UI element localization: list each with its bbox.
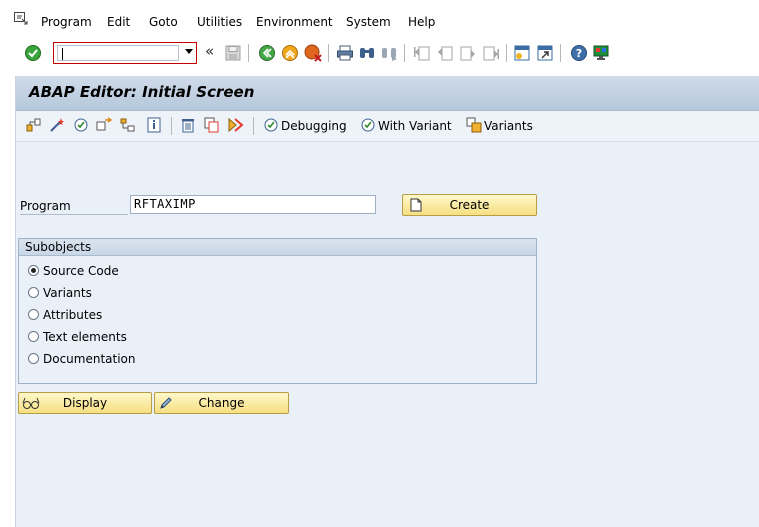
debugging-button[interactable]: Debugging bbox=[281, 119, 347, 133]
back-icon[interactable] bbox=[258, 44, 276, 62]
subobjects-header: Subobjects bbox=[19, 239, 536, 256]
radio-button[interactable] bbox=[28, 287, 39, 298]
collapse-icon[interactable]: « bbox=[205, 42, 214, 60]
activate-icon[interactable] bbox=[96, 117, 112, 133]
application-toolbar: Debugging With Variant Variants bbox=[16, 111, 759, 142]
radio-button[interactable] bbox=[28, 265, 39, 276]
print-icon[interactable] bbox=[336, 44, 354, 62]
command-input[interactable] bbox=[57, 45, 179, 61]
radio-label: Text elements bbox=[43, 330, 127, 344]
radio-button[interactable] bbox=[28, 331, 39, 342]
find-icon[interactable] bbox=[358, 44, 376, 62]
create-button-label: Create bbox=[449, 198, 490, 212]
subobjects-group: Subobjects Source Code Variants Attribut… bbox=[18, 238, 537, 384]
menu-utilities[interactable]: Utilities bbox=[197, 15, 242, 29]
radio-label: Variants bbox=[43, 286, 92, 300]
text-cursor bbox=[62, 48, 63, 60]
save-icon[interactable] bbox=[224, 44, 242, 62]
menu-help[interactable]: Help bbox=[408, 15, 435, 29]
debugging-icon[interactable] bbox=[263, 117, 279, 133]
toolbar-separator bbox=[560, 44, 561, 62]
display-button-label: Display bbox=[62, 396, 108, 410]
object-list-icon[interactable] bbox=[26, 117, 42, 133]
copy-icon[interactable] bbox=[204, 117, 220, 133]
toolbar-separator bbox=[404, 44, 405, 62]
toolbar-separator bbox=[506, 44, 507, 62]
magic-wand-icon[interactable] bbox=[49, 117, 65, 133]
info-icon[interactable] bbox=[146, 117, 162, 133]
previous-page-icon[interactable] bbox=[436, 44, 454, 62]
check-icon[interactable] bbox=[73, 117, 89, 133]
menu-goto[interactable]: Goto bbox=[149, 15, 178, 29]
radio-button[interactable] bbox=[28, 309, 39, 320]
subobjects-title: Subobjects bbox=[25, 240, 92, 254]
with-variant-button[interactable]: With Variant bbox=[378, 119, 452, 133]
menu-system[interactable]: System bbox=[346, 15, 391, 29]
customize-layout-icon[interactable] bbox=[592, 44, 610, 62]
create-button[interactable]: Create bbox=[402, 194, 537, 216]
delete-icon[interactable] bbox=[180, 117, 196, 133]
main-screen: ABAP Editor: Initial Screen Debugging Wi… bbox=[15, 76, 759, 527]
change-button-label: Change bbox=[198, 396, 245, 410]
exit-icon[interactable] bbox=[281, 44, 299, 62]
display-button[interactable]: Display bbox=[18, 392, 152, 414]
rename-icon[interactable] bbox=[228, 117, 244, 133]
cancel-icon[interactable] bbox=[304, 44, 322, 62]
enter-icon[interactable] bbox=[24, 44, 42, 62]
create-session-icon[interactable] bbox=[513, 44, 531, 62]
where-used-icon[interactable] bbox=[120, 117, 136, 133]
help-icon[interactable]: ? bbox=[570, 44, 588, 62]
program-label: Program bbox=[20, 199, 128, 215]
change-button[interactable]: Change bbox=[154, 392, 289, 414]
svg-text:?: ? bbox=[576, 47, 582, 60]
toolbar-separator bbox=[328, 44, 329, 62]
execute-with-variant-icon[interactable] bbox=[360, 117, 376, 133]
chevron-down-icon[interactable] bbox=[185, 49, 193, 54]
radio-label: Source Code bbox=[43, 264, 119, 278]
radio-label: Attributes bbox=[43, 308, 103, 322]
radio-button[interactable] bbox=[28, 353, 39, 364]
menu-edit[interactable]: Edit bbox=[107, 15, 130, 29]
page-title: ABAP Editor: Initial Screen bbox=[29, 83, 255, 101]
title-bar: ABAP Editor: Initial Screen bbox=[16, 76, 759, 111]
toolbar-separator bbox=[171, 117, 172, 135]
last-page-icon[interactable] bbox=[482, 44, 500, 62]
variants-button[interactable]: Variants bbox=[484, 119, 533, 133]
command-field[interactable] bbox=[53, 42, 197, 64]
variants-icon[interactable] bbox=[466, 117, 482, 133]
next-page-icon[interactable] bbox=[459, 44, 477, 62]
program-input[interactable]: RFTAXIMP bbox=[130, 195, 376, 214]
first-page-icon[interactable] bbox=[413, 44, 431, 62]
toolbar-separator bbox=[248, 44, 249, 62]
find-next-icon[interactable] bbox=[380, 44, 398, 62]
menu-environment[interactable]: Environment bbox=[256, 15, 333, 29]
radio-label: Documentation bbox=[43, 352, 136, 366]
menu-window-icon[interactable] bbox=[14, 12, 28, 25]
toolbar-separator bbox=[253, 117, 254, 135]
generate-shortcut-icon[interactable] bbox=[536, 44, 554, 62]
menu-bar: Program Edit Goto Utilities Environment … bbox=[0, 0, 759, 38]
menu-program[interactable]: Program bbox=[41, 15, 92, 29]
